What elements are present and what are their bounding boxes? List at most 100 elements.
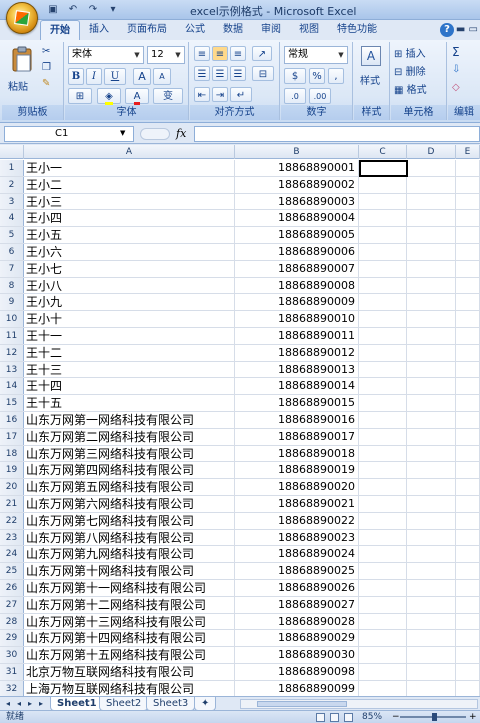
percent-button[interactable]: % xyxy=(309,68,325,84)
row-header[interactable]: 4 xyxy=(0,210,24,227)
cell-e[interactable] xyxy=(456,160,480,176)
row-header[interactable]: 9 xyxy=(0,294,24,311)
cell-d[interactable] xyxy=(407,680,456,696)
copy-icon[interactable]: ❐ xyxy=(42,62,51,73)
redo-icon[interactable]: ↷ xyxy=(84,3,102,17)
row-header[interactable]: 32 xyxy=(0,680,24,696)
cell-d[interactable] xyxy=(407,193,456,210)
row-header[interactable]: 17 xyxy=(0,428,24,445)
cell-a[interactable]: 王小四 xyxy=(24,210,235,227)
cell-b[interactable]: 18868890025 xyxy=(235,563,359,579)
zoom-slider-handle[interactable] xyxy=(432,713,437,721)
cell-d[interactable] xyxy=(407,462,456,479)
cell-c[interactable] xyxy=(359,663,407,680)
horizontal-scroll-thumb[interactable] xyxy=(257,701,347,707)
cell-c[interactable] xyxy=(359,193,407,210)
cell-c[interactable] xyxy=(359,529,407,546)
shrink-font-button[interactable]: A xyxy=(153,68,171,85)
cell-c[interactable] xyxy=(359,579,407,596)
cell-b[interactable]: 18868890008 xyxy=(235,277,359,294)
cell-e[interactable] xyxy=(456,361,480,378)
cell-c[interactable] xyxy=(359,613,407,630)
wrap-text-icon[interactable]: ↵ xyxy=(230,87,252,102)
cell-b[interactable]: 18868890004 xyxy=(235,210,359,227)
cell-d[interactable] xyxy=(407,495,456,512)
cell-e[interactable] xyxy=(456,260,480,277)
cell-e[interactable] xyxy=(456,680,480,696)
cell-a[interactable]: 山东万网第十网络科技有限公司 xyxy=(24,563,235,579)
cell-b[interactable]: 18868890029 xyxy=(235,630,359,647)
cell-e[interactable] xyxy=(456,579,480,596)
row-header[interactable]: 7 xyxy=(0,260,24,277)
cell-b[interactable]: 18868890006 xyxy=(235,243,359,260)
cell-b[interactable]: 18868890016 xyxy=(235,411,359,428)
cell-c[interactable] xyxy=(359,311,407,327)
help-icon[interactable]: ? xyxy=(440,23,454,37)
row-header[interactable]: 8 xyxy=(0,277,24,294)
cell-b[interactable]: 18868890015 xyxy=(235,395,359,411)
row-header[interactable]: 20 xyxy=(0,479,24,495)
new-sheet-icon[interactable]: ✦ xyxy=(194,697,216,711)
select-all-corner[interactable] xyxy=(0,145,24,159)
number-format-select[interactable]: 常规 ▼ xyxy=(284,46,348,64)
autosum-button[interactable]: Σ xyxy=(452,45,460,59)
tab-view[interactable]: 视图 xyxy=(290,20,328,40)
cell-b[interactable]: 18868890024 xyxy=(235,546,359,563)
cell-e[interactable] xyxy=(456,647,480,663)
cell-d[interactable] xyxy=(407,563,456,579)
cell-d[interactable] xyxy=(407,294,456,311)
cell-a[interactable]: 山东万网第六网络科技有限公司 xyxy=(24,495,235,512)
cell-a[interactable]: 王小九 xyxy=(24,294,235,311)
cell-b[interactable]: 18868890098 xyxy=(235,663,359,680)
format-painter-icon[interactable]: ✎ xyxy=(42,78,50,89)
format-cells-button[interactable]: ▦ 格式 xyxy=(394,81,427,96)
cell-a[interactable]: 山东万网第五网络科技有限公司 xyxy=(24,479,235,495)
cell-e[interactable] xyxy=(456,613,480,630)
cell-d[interactable] xyxy=(407,596,456,613)
row-header[interactable]: 21 xyxy=(0,495,24,512)
cell-d[interactable] xyxy=(407,529,456,546)
row-header[interactable]: 25 xyxy=(0,563,24,579)
increase-indent-icon[interactable]: ⇥ xyxy=(212,87,228,102)
cell-c[interactable] xyxy=(359,361,407,378)
cell-a[interactable]: 山东万网第二网络科技有限公司 xyxy=(24,428,235,445)
cell-a[interactable]: 王小一 xyxy=(24,160,235,176)
tab-home[interactable]: 开始 xyxy=(40,20,80,40)
cell-c[interactable] xyxy=(359,630,407,647)
cell-c[interactable] xyxy=(359,176,407,193)
styles-button[interactable]: A 样式 xyxy=(358,46,386,90)
column-header-e[interactable]: E xyxy=(456,145,480,159)
tab-page-layout[interactable]: 页面布局 xyxy=(118,20,176,40)
comma-button[interactable]: , xyxy=(328,68,344,84)
cell-d[interactable] xyxy=(407,227,456,243)
sheet-tab-sheet2[interactable]: Sheet2 xyxy=(99,697,149,711)
cell-c[interactable] xyxy=(359,563,407,579)
cell-c[interactable] xyxy=(359,647,407,663)
prev-sheet-icon[interactable]: ◂ xyxy=(14,698,24,710)
cell-e[interactable] xyxy=(456,311,480,327)
formula-input[interactable] xyxy=(194,126,480,142)
cell-c[interactable] xyxy=(359,596,407,613)
cell-b[interactable]: 18868890022 xyxy=(235,512,359,529)
cell-e[interactable] xyxy=(456,344,480,361)
row-header[interactable]: 22 xyxy=(0,512,24,529)
insert-function-icon[interactable]: fx xyxy=(176,126,192,142)
cell-c[interactable] xyxy=(359,210,407,227)
row-header[interactable]: 24 xyxy=(0,546,24,563)
orientation-icon[interactable]: ↗ xyxy=(252,46,272,61)
cell-e[interactable] xyxy=(456,395,480,411)
cell-a[interactable]: 王小七 xyxy=(24,260,235,277)
cell-a[interactable]: 山东万网第一网络科技有限公司 xyxy=(24,411,235,428)
row-header[interactable]: 3 xyxy=(0,193,24,210)
cell-a[interactable]: 山东万网第十二网络科技有限公司 xyxy=(24,596,235,613)
cell-e[interactable] xyxy=(456,243,480,260)
underline-button[interactable]: U xyxy=(104,68,126,85)
office-button[interactable] xyxy=(6,2,38,34)
cell-d[interactable] xyxy=(407,479,456,495)
row-header[interactable]: 19 xyxy=(0,462,24,479)
row-header[interactable]: 29 xyxy=(0,630,24,647)
page-layout-view-icon[interactable] xyxy=(330,713,339,722)
cell-d[interactable] xyxy=(407,579,456,596)
cell-d[interactable] xyxy=(407,512,456,529)
cell-a[interactable]: 山东万网第九网络科技有限公司 xyxy=(24,546,235,563)
